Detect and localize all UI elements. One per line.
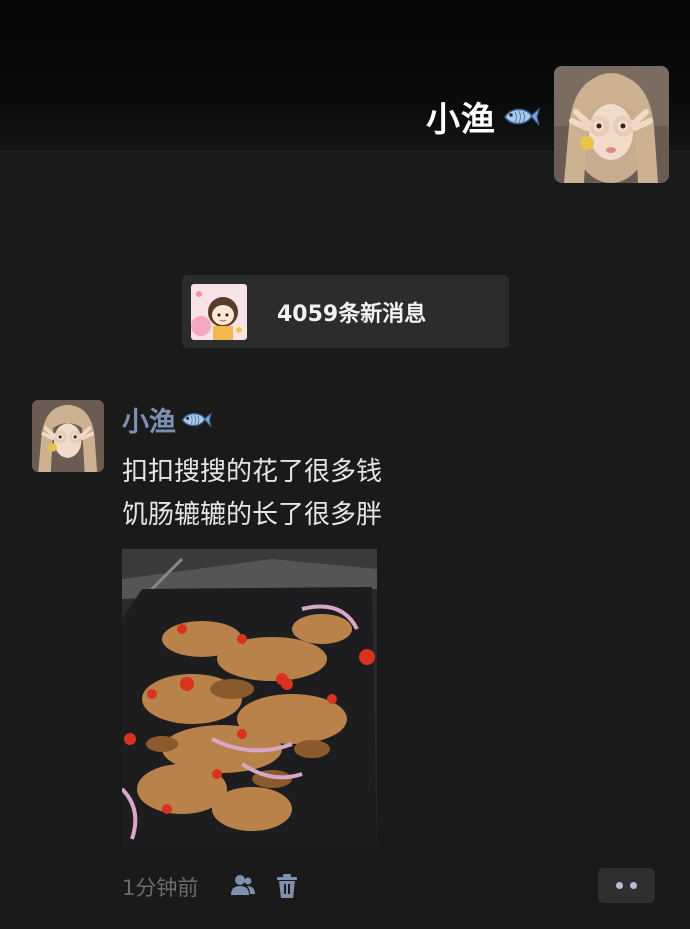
friends-icon[interactable]	[229, 872, 257, 900]
profile-name: 小渔	[426, 92, 540, 141]
profile-name-text: 小渔	[426, 100, 496, 140]
food-photo	[122, 549, 377, 849]
more-button[interactable]	[598, 868, 655, 903]
trash-icon[interactable]	[273, 872, 301, 900]
post-author-name-text: 小渔	[122, 407, 176, 438]
more-dots-icon	[616, 882, 623, 889]
sender-avatar	[191, 283, 247, 340]
profile-avatar[interactable]	[554, 66, 669, 183]
new-messages-count: 4059条新消息	[277, 301, 427, 327]
more-dots-icon	[630, 882, 637, 889]
avatar-photo	[32, 400, 104, 472]
post-text-line: 饥肠辘辘的长了很多胖	[122, 500, 383, 530]
post-photo[interactable]	[122, 549, 377, 849]
post-text: 扣扣搜搜的花了很多钱 饥肠辘辘的长了很多胖	[122, 451, 382, 537]
post-author-avatar[interactable]	[32, 400, 104, 472]
post-timestamp: 1分钟前	[122, 876, 199, 900]
fish-icon	[504, 106, 540, 125]
new-messages-notice[interactable]: 4059条新消息	[182, 275, 509, 348]
fish-icon	[181, 411, 212, 427]
cartoon-avatar-image	[191, 283, 247, 340]
post-text-line: 扣扣搜搜的花了很多钱	[122, 457, 383, 487]
avatar-photo	[554, 66, 669, 183]
post-author-name[interactable]: 小渔	[122, 400, 212, 439]
